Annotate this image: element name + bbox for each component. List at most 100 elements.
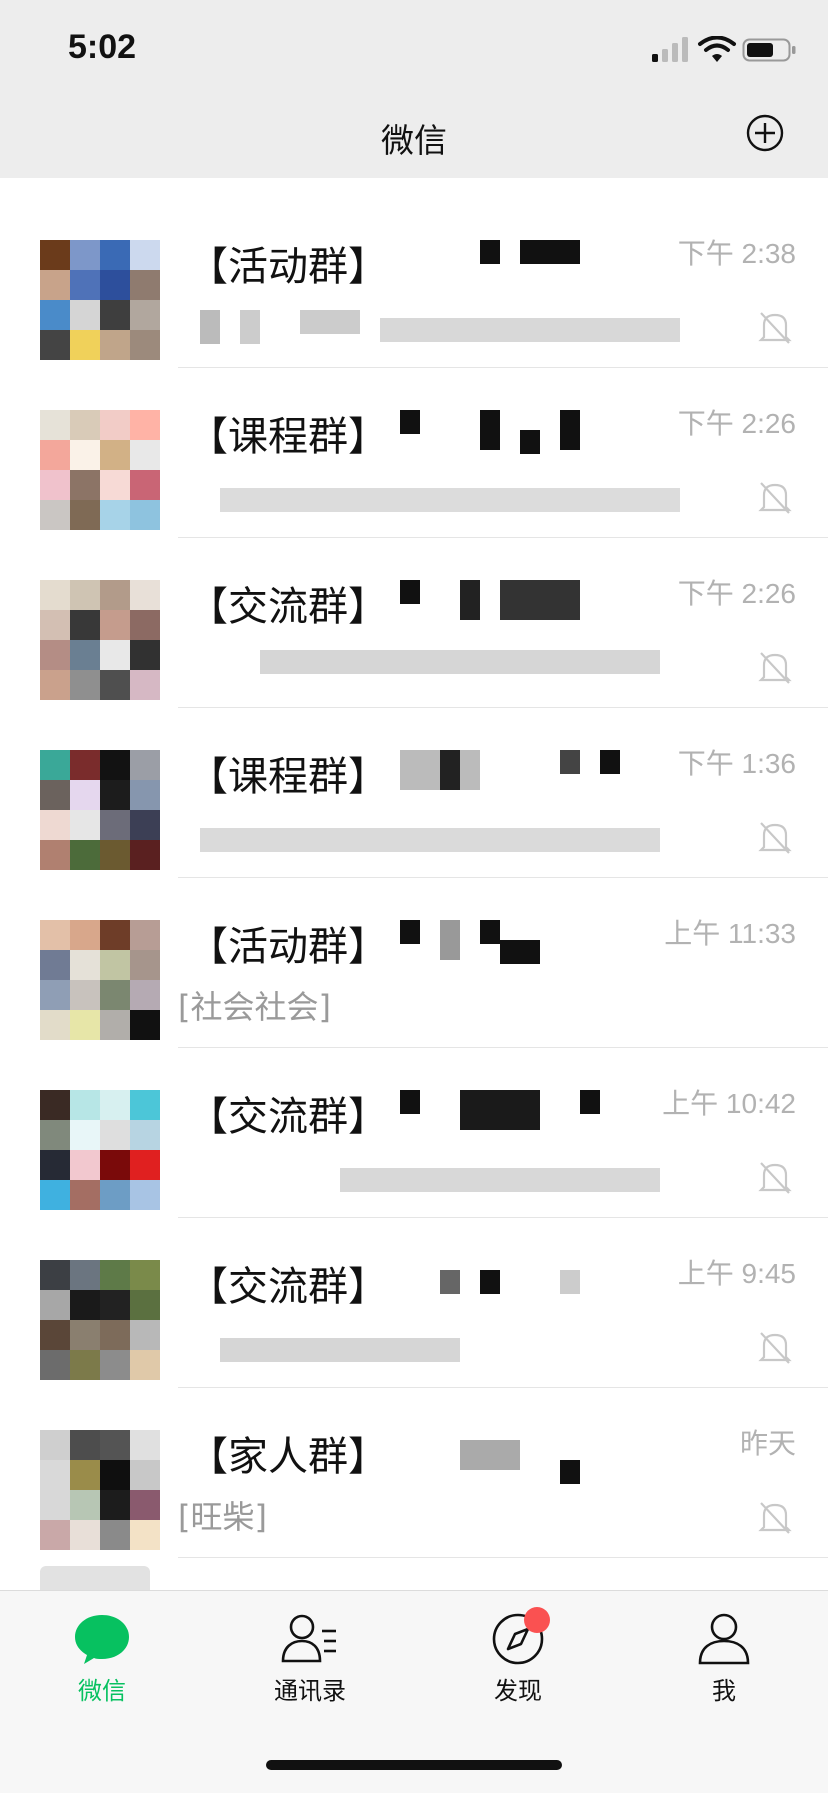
chat-name: 【课程群】 — [188, 754, 388, 800]
avatar-tile — [70, 670, 100, 700]
tab-discover[interactable]: 发现 — [448, 1607, 588, 1721]
avatar-tile — [100, 1150, 130, 1180]
avatar-tile — [100, 300, 130, 330]
avatar-tile — [70, 1460, 100, 1490]
avatar-tile — [70, 1350, 100, 1380]
avatar-tile — [70, 330, 100, 360]
status-bar: 5:02 — [0, 0, 828, 100]
tab-chats[interactable]: 微信 — [32, 1611, 172, 1721]
avatar-tile — [100, 1260, 130, 1290]
avatar-tile — [40, 1490, 70, 1520]
avatar-tile — [40, 330, 70, 360]
avatar-tile — [130, 1150, 160, 1180]
avatar-tile — [70, 1520, 100, 1550]
avatar-tile — [130, 1120, 160, 1150]
avatar-tile — [130, 1520, 160, 1550]
chat-row[interactable]: 【课程群】 下午 1:36 — [0, 708, 828, 878]
avatar-tile — [130, 330, 160, 360]
avatar-tile — [100, 750, 130, 780]
chat-time: 上午 9:45 — [677, 1258, 796, 1289]
tab-label: 微信 — [78, 1677, 126, 1705]
mute-bell-icon — [758, 652, 792, 684]
chat-row[interactable]: 【活动群】 上午 11:33 [社会社会] — [0, 878, 828, 1048]
chat-row[interactable]: 【交流群】 下午 2:26 — [0, 538, 828, 708]
avatar-tile — [100, 950, 130, 980]
avatar-tile — [40, 780, 70, 810]
chat-row[interactable]: 【课程群】 下午 2:26 — [0, 368, 828, 538]
avatar-tile — [40, 840, 70, 870]
avatar-tile — [100, 580, 130, 610]
chat-row[interactable] — [0, 1558, 828, 1590]
avatar-tile — [100, 980, 130, 1010]
avatar-tile — [100, 1010, 130, 1040]
group-avatar — [40, 240, 160, 360]
person-icon — [698, 1613, 750, 1665]
avatar-tile — [40, 810, 70, 840]
tab-label: 通讯录 — [274, 1677, 346, 1705]
avatar-tile — [70, 1150, 100, 1180]
avatar-tile — [130, 240, 160, 270]
tab-label: 发现 — [494, 1677, 542, 1705]
avatar-tile — [40, 470, 70, 500]
tab-me[interactable]: 我 — [654, 1611, 794, 1721]
avatar-tile — [70, 410, 100, 440]
discover-badge — [524, 1607, 550, 1633]
avatar-tile — [40, 1430, 70, 1460]
group-avatar — [40, 1260, 160, 1380]
avatar-tile — [100, 1120, 130, 1150]
avatar-tile — [40, 1150, 70, 1180]
chat-row[interactable]: 【交流群】 上午 10:42 — [0, 1048, 828, 1218]
avatar-tile — [100, 810, 130, 840]
chat-time: 下午 2:38 — [677, 238, 796, 269]
chat-time: 上午 11:33 — [664, 918, 796, 949]
tab-contacts[interactable]: 通讯录 — [240, 1611, 380, 1721]
avatar-tile — [40, 1010, 70, 1040]
mute-bell-icon — [758, 1332, 792, 1364]
avatar-tile — [40, 440, 70, 470]
avatar-tile — [40, 1260, 70, 1290]
wifi-icon — [698, 36, 736, 62]
avatar-tile — [40, 1520, 70, 1550]
avatar-tile — [130, 580, 160, 610]
chat-row[interactable]: 【交流群】 上午 9:45 — [0, 1218, 828, 1388]
avatar-tile — [40, 1320, 70, 1350]
avatar-tile — [130, 840, 160, 870]
avatar-tile — [70, 580, 100, 610]
battery-icon — [742, 38, 796, 62]
avatar-tile — [70, 1490, 100, 1520]
avatar-tile — [40, 240, 70, 270]
avatar-tile — [130, 810, 160, 840]
group-avatar — [40, 920, 160, 1040]
chat-list[interactable]: 【活动群】 下午 2:38 【课程群】 下午 2:26 【交流群】 下午 2:2… — [0, 178, 828, 1590]
chat-preview: [社会社会] — [178, 988, 331, 1026]
group-avatar — [40, 1090, 160, 1210]
chat-bubble-icon — [75, 1615, 129, 1664]
avatar-tile — [40, 920, 70, 950]
avatar-tile — [130, 1180, 160, 1210]
chat-time: 昨天 — [739, 1428, 796, 1459]
avatar-tile — [70, 980, 100, 1010]
avatar-tile — [130, 780, 160, 810]
avatar-tile — [40, 1090, 70, 1120]
group-avatar — [40, 750, 160, 870]
avatar-tile — [70, 1120, 100, 1150]
chat-name: 【交流群】 — [188, 584, 388, 630]
add-plus-icon[interactable] — [746, 114, 784, 152]
avatar-tile — [70, 1430, 100, 1460]
mute-bell-icon — [758, 482, 792, 514]
avatar-tile — [100, 1520, 130, 1550]
chat-row[interactable]: 【家人群】 昨天 [旺柴] — [0, 1388, 828, 1558]
avatar-tile — [130, 1090, 160, 1120]
avatar-tile — [100, 1290, 130, 1320]
chat-row[interactable]: 【活动群】 下午 2:38 — [0, 198, 828, 368]
avatar-tile — [100, 840, 130, 870]
avatar-tile — [70, 780, 100, 810]
avatar-tile — [70, 300, 100, 330]
mute-bell-icon — [758, 822, 792, 854]
avatar-tile — [100, 440, 130, 470]
avatar-tile — [40, 1460, 70, 1490]
avatar-tile — [100, 1460, 130, 1490]
home-indicator — [266, 1760, 562, 1770]
avatar-tile — [70, 950, 100, 980]
avatar-tile — [130, 670, 160, 700]
